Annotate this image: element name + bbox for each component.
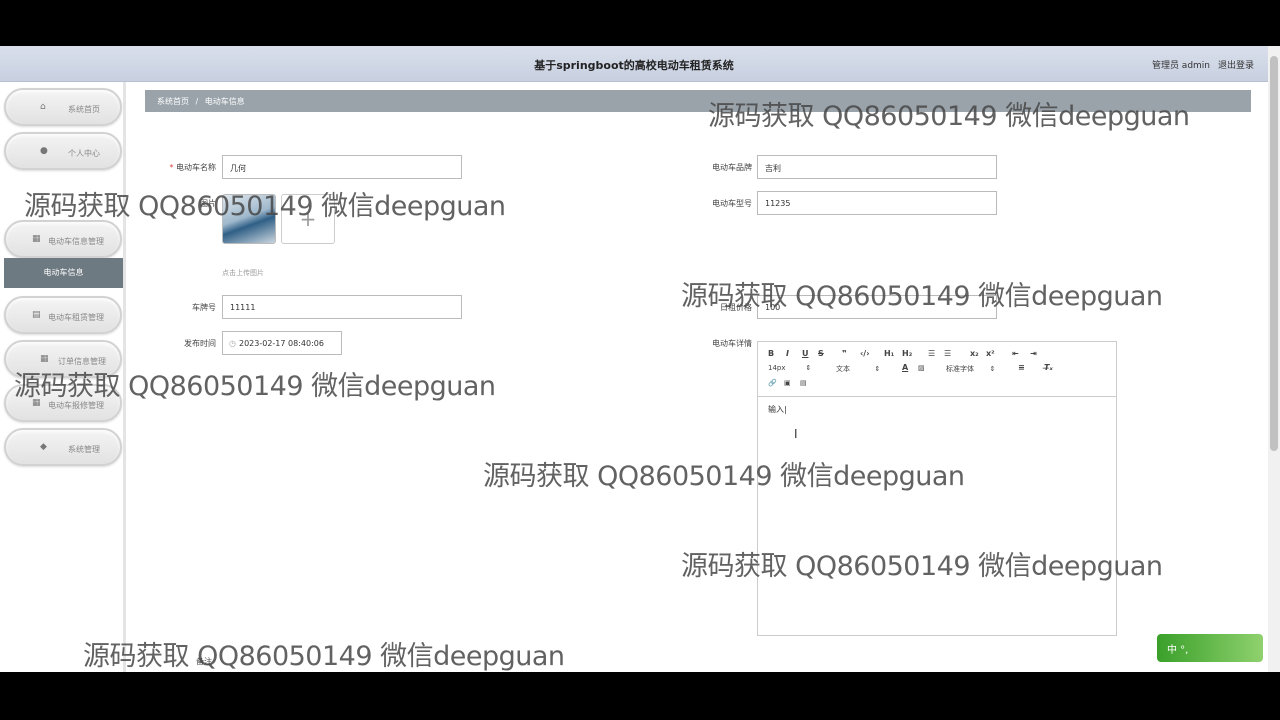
- watermark: 源码获取 QQ86050149 微信deepguan: [83, 641, 565, 672]
- remark-label: 备注: [196, 657, 212, 666]
- bullet-list-button[interactable]: ☰: [944, 349, 951, 358]
- logout-link[interactable]: 退出登录: [1218, 58, 1254, 71]
- name-input[interactable]: 几何: [222, 155, 462, 179]
- block-type-select[interactable]: 文本 ⇕: [836, 364, 880, 374]
- sidebar-item-system[interactable]: ◆ 系统管理: [4, 428, 122, 466]
- sidebar-item-profile[interactable]: ● 个人中心: [4, 132, 122, 170]
- underline-button[interactable]: U: [802, 349, 809, 358]
- sidebar-item-label: 个人中心: [68, 149, 100, 158]
- h1-button[interactable]: H₁: [884, 349, 894, 358]
- sidebar-item-label: 系统首页: [68, 105, 100, 114]
- ordered-list-button[interactable]: ☰: [928, 349, 935, 358]
- superscript-button[interactable]: x²: [986, 349, 995, 358]
- indent-button[interactable]: ⇥: [1030, 349, 1037, 358]
- detail-label: 电动车详情: [712, 339, 752, 348]
- sidebar-item-vehicle-management[interactable]: ▦ 电动车信息管理: [4, 220, 122, 258]
- align-button[interactable]: ≡: [1018, 363, 1025, 372]
- sidebar-item-label: 电动车报修管理: [48, 401, 104, 410]
- image-label: 图片: [200, 199, 216, 208]
- h2-button[interactable]: H₂: [902, 349, 912, 358]
- sidebar: ⌂ 系统首页 ● 个人中心 ▦ 电动车信息管理 电动车信息 ▤ 电动车租赁管理 …: [0, 82, 126, 672]
- grid-icon: ▦: [32, 398, 41, 408]
- clear-format-button[interactable]: T̶ₓ: [1044, 363, 1053, 372]
- name-label: * 电动车名称: [169, 163, 216, 172]
- ime-indicator[interactable]: 中 °,: [1157, 634, 1263, 662]
- app-title: 基于springboot的高校电动车租赁系统: [534, 59, 734, 72]
- doc-icon: ▤: [32, 310, 41, 320]
- outdent-button[interactable]: ⇤: [1012, 349, 1019, 358]
- scrollbar-thumb[interactable]: [1270, 56, 1278, 451]
- subscript-button[interactable]: x₂: [970, 349, 979, 358]
- sidebar-item-rental-management[interactable]: ▤ 电动车租赁管理: [4, 296, 122, 334]
- sidebar-item-label: 订单信息管理: [58, 357, 106, 366]
- price-label: 日租价格: [720, 303, 752, 312]
- code-button[interactable]: ‹/›: [860, 349, 870, 358]
- breadcrumb-separator: /: [195, 97, 199, 106]
- plate-input[interactable]: 11111: [222, 295, 462, 319]
- grid-icon: ▦: [32, 234, 41, 244]
- sidebar-item-label: 电动车信息管理: [48, 237, 104, 246]
- image-icon[interactable]: ▣: [784, 379, 791, 387]
- text-cursor-icon: I: [794, 427, 798, 441]
- editor-toolbar: B I U S ❞ ‹/› H₁ H₂ ☰ ☰ x₂ x² ⇤ ⇥ 14px ⇕…: [758, 342, 1116, 397]
- vertical-scrollbar[interactable]: [1268, 46, 1280, 672]
- sidebar-item-home[interactable]: ⌂ 系统首页: [4, 88, 122, 126]
- user-icon: ●: [40, 146, 48, 156]
- plate-label: 车牌号: [192, 303, 216, 312]
- home-icon: ⌂: [40, 102, 46, 112]
- bold-button[interactable]: B: [768, 349, 774, 358]
- quote-button[interactable]: ❞: [842, 349, 847, 358]
- breadcrumb-current: 电动车信息: [204, 97, 245, 106]
- link-icon[interactable]: 🔗: [768, 379, 777, 387]
- sidebar-item-order-management[interactable]: ▦ 订单信息管理: [4, 340, 122, 378]
- upload-add-button[interactable]: +: [281, 194, 335, 244]
- sidebar-item-label: 电动车租赁管理: [48, 313, 104, 322]
- clock-icon: ◷: [229, 339, 236, 348]
- time-picker[interactable]: ◷ 2023-02-17 08:40:06: [222, 331, 342, 355]
- font-size-select[interactable]: 14px ⇕: [768, 364, 811, 372]
- app-screen: 基于springboot的高校电动车租赁系统 管理员 admin 退出登录 ⌂ …: [0, 46, 1280, 672]
- current-user: 管理员 admin: [1151, 61, 1210, 71]
- vehicle-image-thumbnail[interactable]: [222, 194, 276, 244]
- upload-hint: 点击上传图片: [222, 269, 264, 277]
- rich-text-editor[interactable]: B I U S ❞ ‹/› H₁ H₂ ☰ ☰ x₂ x² ⇤ ⇥ 14px ⇕…: [757, 341, 1117, 636]
- price-input[interactable]: 100: [757, 295, 997, 319]
- sidebar-item-label: 系统管理: [68, 445, 100, 454]
- video-icon[interactable]: ▤: [800, 379, 807, 387]
- editor-content[interactable]: 输入|: [768, 404, 787, 415]
- breadcrumb: 系统首页 / 电动车信息: [145, 90, 1251, 112]
- font-family-select[interactable]: 标准字体 ⇕: [946, 364, 995, 374]
- pin-icon: ◆: [40, 442, 47, 452]
- time-value: 2023-02-17 08:40:06: [238, 339, 324, 348]
- breadcrumb-home[interactable]: 系统首页: [157, 97, 189, 106]
- grid-icon: ▦: [40, 354, 49, 364]
- model-label: 电动车型号: [712, 199, 752, 208]
- sidebar-item-repair-management[interactable]: ▦ 电动车报修管理: [4, 384, 122, 422]
- time-label: 发布时间: [184, 339, 216, 348]
- strike-button[interactable]: S: [818, 349, 824, 358]
- sidebar-subitem-vehicle-info[interactable]: 电动车信息: [4, 258, 123, 288]
- background-color-button[interactable]: ▨: [918, 364, 925, 372]
- model-input[interactable]: 11235: [757, 191, 997, 215]
- italic-button[interactable]: I: [786, 349, 789, 358]
- header-bar: 基于springboot的高校电动车租赁系统 管理员 admin 退出登录: [0, 46, 1268, 82]
- font-color-button[interactable]: A: [902, 363, 908, 372]
- brand-input[interactable]: 吉利: [757, 155, 997, 179]
- brand-label: 电动车品牌: [712, 163, 752, 172]
